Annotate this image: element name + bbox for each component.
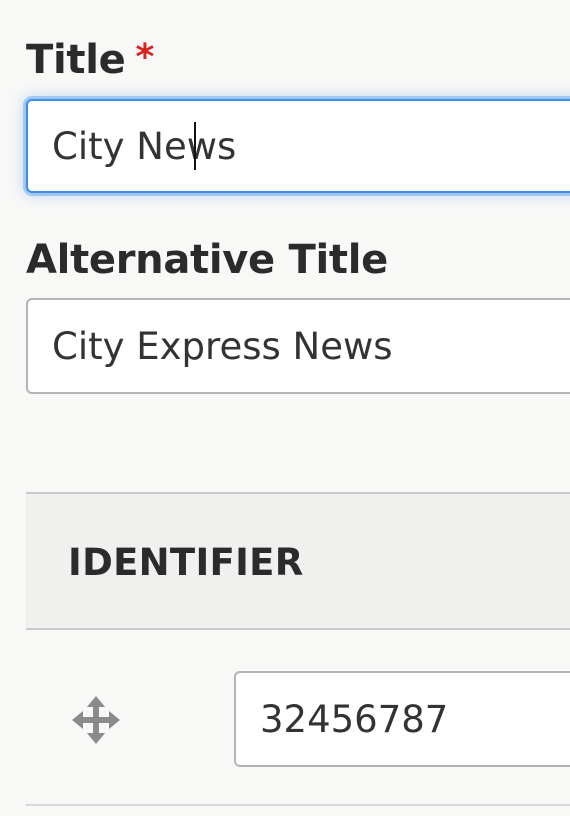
move-handle-icon[interactable]: [70, 694, 122, 746]
table-row: [26, 630, 570, 806]
alternative-title-label-text: Alternative Title: [26, 237, 388, 283]
alternative-title-input[interactable]: [26, 298, 570, 394]
identifier-input[interactable]: [234, 671, 570, 767]
alternative-title-label: Alternative Title: [26, 240, 388, 280]
title-label-text: Title: [26, 37, 126, 83]
identifier-header-label: IDENTIFIER: [68, 541, 304, 584]
title-input[interactable]: [26, 99, 570, 193]
title-label: Title *: [26, 37, 154, 83]
text-caret: [194, 122, 196, 170]
edit-form: Title* Alternative Title IDENTIFIER: [0, 0, 570, 816]
move-arrows-icon: [72, 696, 120, 744]
required-marker: *: [135, 37, 154, 78]
identifier-table-header: IDENTIFIER: [26, 492, 570, 630]
